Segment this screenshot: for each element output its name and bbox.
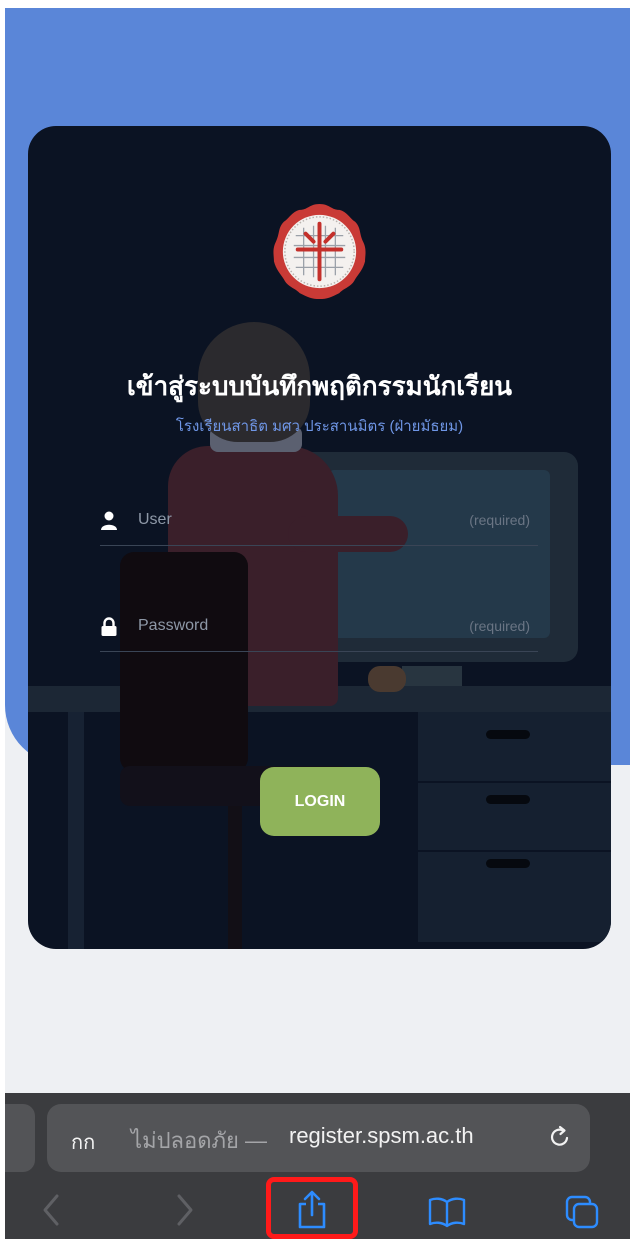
page-title: เข้าสู่ระบบบันทึกพฤติกรรมนักเรียน [126,371,513,401]
user-required-hint: (required) [469,512,530,528]
login-card: เข้าสู่ระบบบันทึกพฤติกรรมนักเรียน โรงเรี… [28,126,611,949]
bookmarks-icon[interactable] [428,1196,466,1228]
illustration-drawer-handle [486,730,530,739]
illustration-drawer-divider [418,781,611,783]
user-field[interactable]: User (required) [100,495,538,546]
lock-icon [101,617,117,636]
school-name: โรงเรียนสาธิต มศว ประสานมิตร (ฝ่ายมัธยม) [175,418,464,435]
login-button[interactable]: LOGIN [260,767,380,836]
password-required-hint: (required) [469,618,530,634]
tabs-icon[interactable] [564,1194,600,1230]
school-logo [273,203,366,300]
user-placeholder: User [138,511,172,528]
password-field[interactable]: Password (required) [100,601,538,652]
text-size-button[interactable]: กก [71,1126,95,1158]
url-domain: register.spsm.ac.th [289,1123,474,1148]
user-icon [101,511,117,530]
illustration-desk-leg [68,712,84,949]
address-bar[interactable]: กก ไม่ปลอดภัย — register.spsm.ac.th [47,1104,590,1172]
back-icon[interactable] [40,1192,62,1228]
illustration-chair-back [120,552,248,772]
reload-icon[interactable] [547,1124,573,1150]
password-placeholder: Password [138,617,209,634]
illustration-person-hand [368,666,406,692]
illustration-chair-leg [228,806,242,949]
share-button-highlight [266,1177,358,1239]
illustration-drawers [418,712,611,942]
previous-tab-preview[interactable] [5,1104,35,1172]
forward-icon[interactable] [174,1192,196,1228]
security-label: ไม่ปลอดภัย — [131,1128,268,1153]
illustration-drawer-handle [486,795,530,804]
illustration-drawer-divider [418,850,611,852]
illustration-drawer-handle [486,859,530,868]
